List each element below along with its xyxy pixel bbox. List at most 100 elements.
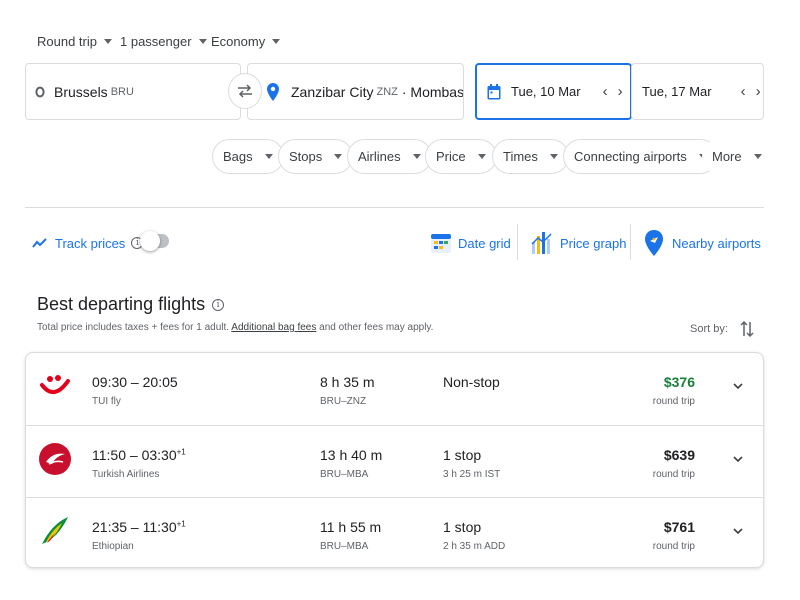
info-icon[interactable]: i (212, 298, 225, 311)
airline-name: Turkish Airlines (92, 469, 160, 480)
flight-stops: Non-stop (443, 374, 500, 390)
origin-circle-icon (35, 86, 45, 97)
flight-route: BRU–ZNZ (320, 396, 367, 407)
prev-date-button[interactable]: ‹ (741, 84, 746, 99)
date-grid-icon (431, 234, 451, 253)
flight-route: BRU–MBA (320, 541, 369, 552)
price-graph-icon (531, 232, 552, 254)
results-heading: Best departing flights i (37, 294, 225, 315)
fees-note: Total price includes taxes + fees for 1 … (37, 322, 433, 333)
filter-more-button[interactable]: More (702, 139, 772, 174)
depart-date-field[interactable]: Tue, 10 Mar ‹ › (475, 63, 632, 120)
depart-date: Tue, 10 Mar (511, 84, 581, 99)
filter-times-chip[interactable]: Times (492, 139, 569, 174)
bag-fees-link[interactable]: Additional bag fees (231, 322, 316, 333)
trip-type-dropdown[interactable]: Round trip (37, 32, 112, 50)
flight-row[interactable]: 21:35 – 11:30+1 Ethiopian 11 h 55 m BRU–… (26, 497, 763, 567)
caret-down-icon (264, 154, 273, 159)
destination-code: ZNZ (376, 85, 398, 98)
flight-price: $639 (663, 447, 695, 463)
caret-down-icon (549, 154, 558, 159)
filter-label: More (712, 149, 742, 164)
destination-field[interactable]: Zanzibar City ZNZ · Mombasa … (247, 63, 464, 120)
flight-route: BRU–MBA (320, 469, 369, 480)
flight-stops: 1 stop (443, 447, 482, 463)
price-graph-button[interactable]: Price graph (531, 226, 626, 260)
location-pin-icon (267, 82, 279, 101)
nearby-airports-button[interactable]: Nearby airports (644, 226, 761, 260)
trend-line-icon (32, 238, 47, 248)
day-offset: +1 (176, 447, 186, 457)
caret-down-icon (412, 154, 421, 159)
flight-duration: 8 h 35 m (320, 374, 375, 390)
flight-duration: 11 h 55 m (320, 519, 382, 535)
swap-button[interactable] (228, 73, 262, 109)
track-prices-toggle[interactable] (140, 231, 169, 251)
swap-icon (238, 84, 252, 98)
track-prices-label: Track prices (55, 235, 126, 251)
date-grid-label: Date grid (458, 235, 511, 251)
sort-icon (740, 320, 754, 338)
next-date-button[interactable]: › (756, 84, 761, 99)
turkish-airlines-logo-icon (39, 443, 71, 475)
origin-field[interactable]: Brussels BRU (25, 63, 241, 120)
sort-by-label: Sort by: (690, 323, 728, 335)
return-date: Tue, 17 Mar (642, 84, 712, 99)
flight-row[interactable]: 09:30 – 20:05 TUI fly 8 h 35 m BRU–ZNZ N… (26, 353, 763, 425)
filter-bags-chip[interactable]: Bags (212, 139, 284, 174)
passengers-dropdown[interactable]: 1 passenger (120, 32, 207, 50)
next-date-button[interactable]: › (618, 84, 623, 99)
cabin-class-dropdown[interactable]: Economy (211, 32, 281, 50)
flight-times: 09:30 – 20:05 (92, 374, 178, 390)
section-divider (25, 207, 764, 208)
return-date-field[interactable]: Tue, 17 Mar ‹ › (631, 63, 764, 120)
stop-detail: 2 h 35 m ADD (443, 541, 506, 552)
filter-airlines-chip[interactable]: Airlines (347, 139, 432, 174)
tui-logo-icon (40, 375, 70, 394)
airline-name: Ethiopian (92, 541, 134, 552)
expand-chevron-icon[interactable] (731, 452, 745, 466)
filter-price-chip[interactable]: Price (425, 139, 497, 174)
price-type: round trip (652, 469, 695, 480)
filter-connecting-airports-chip[interactable]: Connecting airports (563, 139, 718, 174)
filter-stops-chip[interactable]: Stops (278, 139, 354, 174)
origin-code: BRU (110, 85, 134, 98)
results-title: Best departing flights (37, 294, 206, 314)
filter-label: Airlines (358, 149, 401, 164)
arrive-time: 11:30 (142, 519, 177, 535)
filter-label: Bags (223, 149, 253, 164)
flight-times: 21:35 – 11:30+1 (92, 519, 186, 535)
arrive-time: 20:05 (142, 374, 178, 390)
passengers-label: 1 passenger (120, 33, 192, 49)
flight-duration: 13 h 40 m (320, 447, 383, 463)
caret-down-icon (198, 38, 207, 44)
fees-note-text: Total price includes taxes + fees for 1 … (37, 322, 232, 333)
price-type: round trip (652, 396, 695, 407)
destination-city: Zanzibar City (291, 83, 374, 100)
flight-times: 11:50 – 03:30+1 (92, 447, 186, 463)
cabin-label: Economy (211, 33, 266, 49)
ethiopian-logo-icon (42, 517, 68, 544)
flight-row[interactable]: 11:50 – 03:30+1 Turkish Airlines 13 h 40… (26, 425, 763, 497)
airline-name: TUI fly (92, 396, 121, 407)
caret-down-icon (103, 38, 112, 44)
depart-time: 11:50 (92, 447, 126, 463)
fees-note-suffix: and other fees may apply. (316, 322, 434, 333)
price-graph-label: Price graph (560, 235, 627, 251)
expand-chevron-icon[interactable] (731, 524, 745, 538)
filter-label: Connecting airports (574, 149, 687, 164)
prev-date-button[interactable]: ‹ (603, 84, 608, 99)
flights-list: 09:30 – 20:05 TUI fly 8 h 35 m BRU–ZNZ N… (25, 352, 764, 568)
expand-chevron-icon[interactable] (731, 379, 745, 393)
tool-separator (630, 224, 631, 260)
date-grid-button[interactable]: Date grid (430, 226, 511, 260)
sort-by-button[interactable]: Sort by: (690, 320, 754, 338)
caret-down-icon (334, 154, 343, 159)
tool-separator (517, 224, 518, 260)
flight-price: $376 (663, 374, 695, 390)
trip-type-label: Round trip (37, 33, 97, 49)
nearby-airports-icon (645, 230, 663, 256)
day-offset: +1 (176, 519, 186, 529)
destination-more: · Mombasa … (401, 83, 464, 100)
filter-label: Price (436, 149, 466, 164)
